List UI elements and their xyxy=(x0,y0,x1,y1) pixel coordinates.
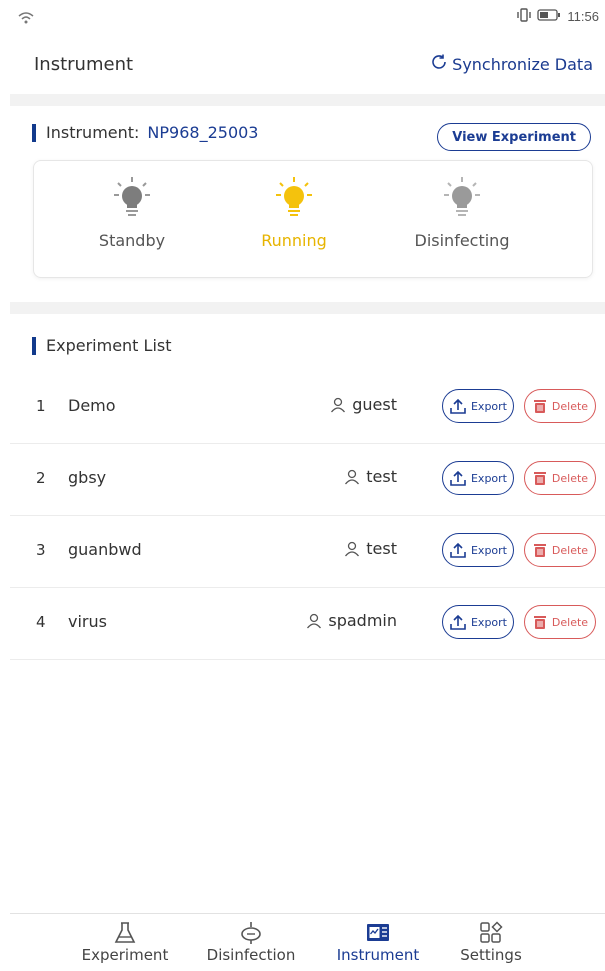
bulb-icon xyxy=(72,175,192,225)
export-button[interactable]: Export xyxy=(442,461,514,495)
bulb-icon xyxy=(402,175,522,225)
user-name: spadmin xyxy=(328,611,397,630)
battery-icon xyxy=(537,9,561,24)
synchronize-data-button[interactable]: Synchronize Data xyxy=(430,53,593,75)
delete-label: Delete xyxy=(551,543,589,557)
status-standby: Standby xyxy=(72,175,192,250)
instrument-id: NP968_25003 xyxy=(147,123,259,142)
delete-button[interactable]: Delete xyxy=(524,533,596,567)
export-button[interactable]: Export xyxy=(442,533,514,567)
delete-label: Delete xyxy=(551,471,589,485)
upload-icon xyxy=(450,470,466,486)
row-index: 1 xyxy=(36,397,46,415)
divider xyxy=(10,302,605,314)
experiment-row[interactable]: 1 Demo guest Export Delete xyxy=(10,371,605,444)
delete-label: Delete xyxy=(551,399,589,413)
experiment-user: guest xyxy=(330,395,397,414)
nav-item-disinfection[interactable]: Disinfection xyxy=(196,920,306,964)
section-marker xyxy=(32,123,36,142)
upload-icon xyxy=(450,542,466,558)
instrument-status-card: Standby Running Disinfecting xyxy=(33,160,593,278)
export-label: Export xyxy=(470,543,507,557)
nav-item-settings[interactable]: Settings xyxy=(436,920,546,964)
trash-icon xyxy=(533,472,546,485)
user-icon xyxy=(307,613,322,628)
export-button[interactable]: Export xyxy=(442,389,514,423)
experiment-list-title: Experiment List xyxy=(46,336,172,355)
nav-label: Disinfection xyxy=(206,946,296,964)
instrument-icon xyxy=(323,920,433,946)
view-experiment-button[interactable]: View Experiment xyxy=(437,123,591,151)
experiment-row[interactable]: 2 gbsy test Export Delete xyxy=(10,443,605,516)
experiment-name: guanbwd xyxy=(68,540,142,559)
vibrate-icon xyxy=(517,8,532,25)
wifi-icon xyxy=(18,10,34,29)
experiment-user: test xyxy=(344,539,397,558)
app-frame: 11:56 Instrument Synchronize Data Instru… xyxy=(10,0,605,971)
status-label: Standby xyxy=(98,231,166,250)
upload-icon xyxy=(450,614,466,630)
instrument-label: Instrument: xyxy=(46,123,140,142)
bottom-nav: Experiment Disinfection Instrument Setti… xyxy=(10,913,605,971)
nav-item-instrument[interactable]: Instrument xyxy=(323,920,433,964)
delete-button[interactable]: Delete xyxy=(524,461,596,495)
experiment-list-heading: Experiment List xyxy=(32,336,172,355)
row-index: 3 xyxy=(36,541,46,559)
user-icon xyxy=(345,541,360,556)
status-bar: 11:56 xyxy=(10,0,605,34)
user-icon xyxy=(331,397,346,412)
trash-icon xyxy=(533,616,546,629)
experiment-name: virus xyxy=(68,612,107,631)
upload-icon xyxy=(450,398,466,414)
export-button[interactable]: Export xyxy=(442,605,514,639)
experiment-user: test xyxy=(344,467,397,486)
nav-item-experiment[interactable]: Experiment xyxy=(70,920,180,964)
user-name: guest xyxy=(352,395,397,414)
export-label: Export xyxy=(470,471,507,485)
delete-label: Delete xyxy=(551,615,589,629)
section-marker xyxy=(32,336,36,355)
experiment-row[interactable]: 4 virus spadmin Export Delete xyxy=(10,587,605,660)
delete-button[interactable]: Delete xyxy=(524,605,596,639)
experiment-name: Demo xyxy=(68,396,116,415)
delete-button[interactable]: Delete xyxy=(524,389,596,423)
flask-icon xyxy=(70,920,180,946)
experiment-user: spadmin xyxy=(306,611,397,630)
instrument-heading: Instrument: NP968_25003 xyxy=(32,123,258,142)
experiment-row[interactable]: 3 guanbwd test Export Delete xyxy=(10,515,605,588)
nav-label: Settings xyxy=(460,946,522,964)
experiment-name: gbsy xyxy=(68,468,107,487)
user-name: test xyxy=(366,467,397,486)
row-index: 4 xyxy=(36,613,46,631)
status-label: Disinfecting xyxy=(414,231,510,250)
export-label: Export xyxy=(470,615,507,629)
synchronize-label: Synchronize Data xyxy=(452,54,593,74)
status-label: Running xyxy=(261,231,327,250)
status-disinfecting: Disinfecting xyxy=(402,175,522,250)
nav-label: Instrument xyxy=(336,946,420,964)
trash-icon xyxy=(533,400,546,413)
export-label: Export xyxy=(470,399,507,413)
clock-time: 11:56 xyxy=(567,9,599,24)
user-name: test xyxy=(366,539,397,558)
apps-icon xyxy=(436,920,546,946)
refresh-icon xyxy=(430,53,448,75)
user-icon xyxy=(345,469,360,484)
lamp-icon xyxy=(196,920,306,946)
page-title: Instrument xyxy=(34,54,134,75)
bulb-icon xyxy=(234,175,354,225)
row-index: 2 xyxy=(36,469,46,487)
page-header: Instrument Synchronize Data xyxy=(10,34,605,94)
nav-label: Experiment xyxy=(81,946,169,964)
trash-icon xyxy=(533,544,546,557)
divider xyxy=(10,94,605,106)
status-running: Running xyxy=(234,175,354,250)
